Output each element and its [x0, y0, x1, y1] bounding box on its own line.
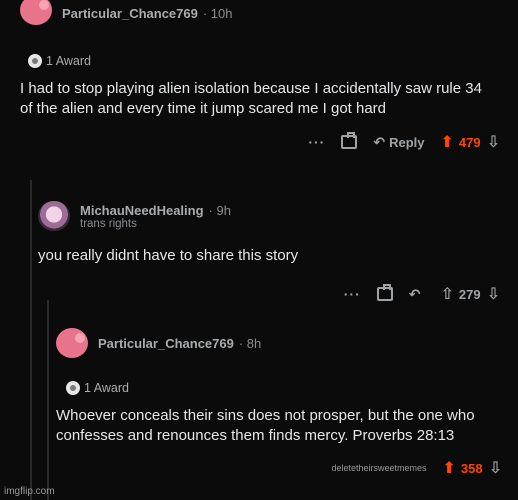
downvote-icon[interactable]: ⇩ — [489, 458, 502, 478]
thread-line-2 — [47, 300, 49, 500]
gift-award-icon[interactable] — [376, 284, 393, 301]
score: 479 — [458, 134, 481, 150]
username[interactable]: Particular_Chance769 — [62, 6, 198, 21]
avatar[interactable] — [38, 201, 70, 231]
comment-1: Particular_Chance769 · 10h 1 Award I had… — [20, 0, 510, 152]
downvote-icon[interactable]: ⇩ — [487, 132, 500, 152]
comment-actions: ··· ↶ Reply ⬆ 479 ⇩ — [20, 132, 500, 152]
vote-controls: ⬆ 479 ⇩ — [440, 132, 500, 152]
username[interactable]: MichauNeedHealing — [80, 203, 204, 218]
award-icon — [28, 54, 42, 68]
comment-body: Whoever conceals their sins does not pro… — [56, 407, 475, 444]
reply-icon: ↶ — [373, 133, 386, 150]
award-label: 1 Award — [46, 54, 91, 68]
award-icon — [66, 381, 80, 395]
upvote-icon[interactable]: ⬆ — [442, 458, 455, 478]
more-options-button[interactable]: ··· — [344, 286, 361, 302]
comment-actions: ··· ↶ ⇧ 279 ⇩ — [38, 284, 500, 304]
award-badge[interactable]: 1 Award — [66, 378, 511, 398]
reply-button[interactable]: ↶ Reply — [373, 134, 424, 151]
watermark: imgflip.com — [4, 486, 55, 497]
score: 279 — [458, 286, 481, 302]
comment-2: MichauNeedHealing · 9h trans rights you … — [38, 198, 508, 304]
award-badge[interactable]: 1 Award — [28, 51, 510, 71]
comment-3: Particular_Chance769 · 8h 1 Award Whoeve… — [56, 326, 511, 478]
thread-line-1 — [30, 180, 32, 500]
avatar[interactable] — [56, 328, 88, 358]
comment-actions: deletetheirsweetmemes ⬆ 358 ⇩ — [56, 458, 502, 478]
timestamp: · 9h — [208, 202, 231, 218]
avatar[interactable] — [20, 0, 52, 25]
reply-label: Reply — [389, 134, 425, 150]
comment-body: I had to stop playing alien isolation be… — [20, 80, 482, 117]
award-label: 1 Award — [84, 381, 129, 395]
comment-body: you really didnt have to share this stor… — [38, 247, 299, 264]
downvote-icon[interactable]: ⇩ — [487, 284, 500, 304]
vote-controls: ⬆ 358 ⇩ — [442, 458, 502, 478]
score: 358 — [460, 460, 483, 476]
vote-controls: ⇧ 279 ⇩ — [440, 284, 500, 304]
reply-icon[interactable]: ↶ — [409, 286, 421, 303]
upvote-icon[interactable]: ⬆ — [440, 132, 453, 152]
username[interactable]: Particular_Chance769 — [98, 336, 234, 351]
user-flair: trans rights — [80, 217, 137, 230]
timestamp: · 10h — [202, 5, 233, 21]
upvote-icon[interactable]: ⇧ — [440, 284, 453, 304]
more-options-text[interactable]: deletetheirsweetmemes — [331, 463, 426, 473]
more-options-button[interactable]: ··· — [308, 134, 325, 150]
gift-award-icon[interactable] — [341, 132, 358, 149]
timestamp: · 8h — [238, 335, 262, 351]
